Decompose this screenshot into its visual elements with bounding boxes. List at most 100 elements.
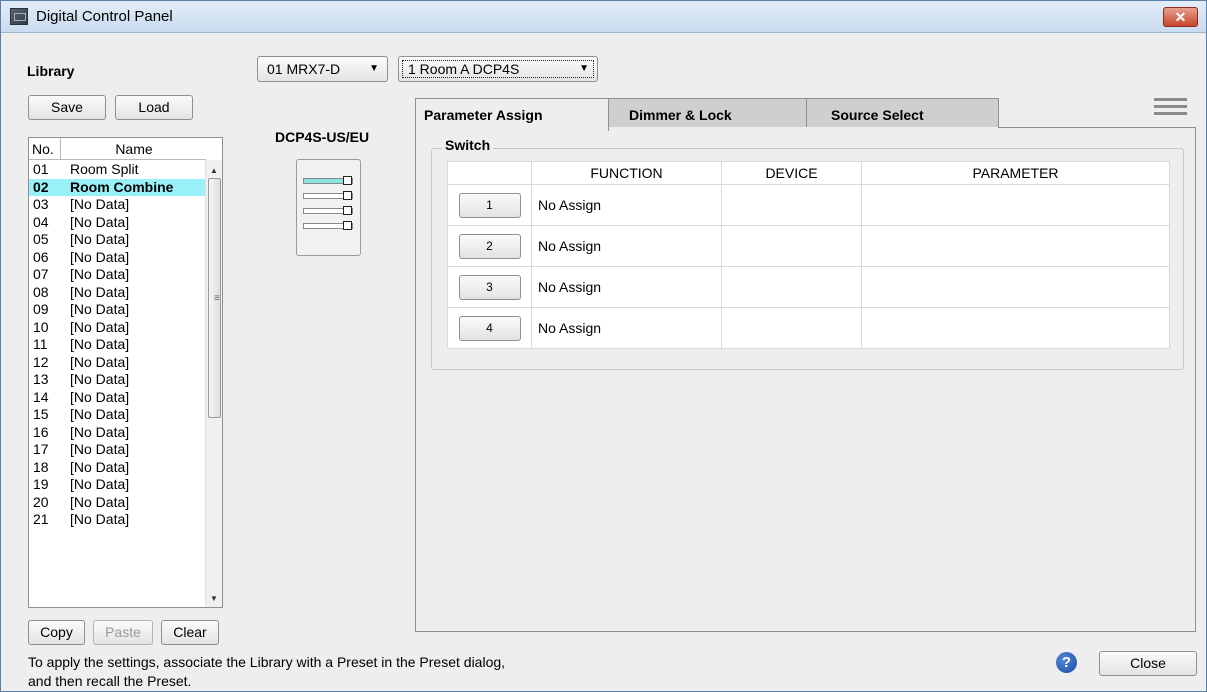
list-item[interactable]: 02 Room Combine [29,178,206,196]
column-header-function: FUNCTION [531,161,722,185]
scroll-down-arrow-icon[interactable]: ▼ [206,590,222,607]
device-cell[interactable] [721,307,862,349]
list-item-no: 05 [33,231,49,247]
library-label: Library [27,63,75,79]
control-panel-icon [10,8,28,25]
list-item[interactable]: 21 [No Data] [29,511,206,529]
focus-ring [402,60,594,78]
library-list[interactable]: No. Name 01 Room Split 02 Room Combine 03 [No… [28,137,223,608]
parameter-cell[interactable] [861,266,1170,308]
list-item-name: [No Data] [70,266,130,282]
list-item[interactable]: 04 [No Data] [29,214,206,232]
device-cell[interactable] [721,184,862,226]
column-header-device: DEVICE [721,161,862,185]
hint-text-line1: To apply the settings, associate the Lib… [28,654,506,670]
list-item[interactable]: 05 [No Data] [29,231,206,249]
list-item-no: 15 [33,406,49,422]
list-item[interactable]: 20 [No Data] [29,494,206,512]
list-item-name: [No Data] [70,458,130,475]
column-header-name[interactable]: Name [62,138,206,160]
column-header-parameter: PARAMETER [861,161,1170,185]
switch-cell: 3 [447,266,532,308]
device-indicator-2 [343,191,352,200]
list-item-no: 16 [33,423,49,440]
column-header-no[interactable]: No. [29,138,61,160]
parameter-cell[interactable] [861,184,1170,226]
list-item-no: 20 [33,493,49,510]
parameter-cell[interactable] [861,225,1170,267]
library-scrollbar[interactable]: ▲ ≡ ▼ [205,160,222,607]
function-cell[interactable]: No Assign [531,225,722,267]
hamburger-menu-icon[interactable] [1154,98,1187,116]
list-item[interactable]: 09 [No Data] [29,301,206,319]
list-item-name: [No Data] [70,301,130,317]
switch-assign-table: FUNCTION DEVICE PARAMETER 1 No Assign 2 No … [447,161,1170,349]
close-window-button[interactable]: ✕ [1163,7,1198,27]
function-cell[interactable]: No Assign [531,266,722,308]
list-item[interactable]: 03 [No Data] [29,196,206,214]
list-item[interactable]: 06 [No Data] [29,249,206,267]
copy-button[interactable]: Copy [28,620,85,645]
paste-button[interactable]: Paste [93,620,153,645]
table-row: 2 No Assign [447,225,1170,267]
list-item-no: 09 [33,301,49,317]
list-item-no: 01 [33,161,49,177]
tab-dimmer-lock[interactable]: Dimmer & Lock [608,98,807,129]
device-indicator-1 [343,176,352,185]
device-cell[interactable] [721,225,862,267]
list-item-no: 21 [33,511,49,527]
list-item[interactable]: 14 [No Data] [29,389,206,407]
list-item[interactable]: 13 [No Data] [29,371,206,389]
close-button[interactable]: Close [1099,651,1197,676]
save-button[interactable]: Save [28,95,106,120]
list-item-no: 03 [33,196,49,212]
list-item-name: [No Data] [70,423,130,440]
window-title: Digital Control Panel [36,8,173,25]
function-cell[interactable]: No Assign [531,184,722,226]
clear-button[interactable]: Clear [161,620,219,645]
list-item[interactable]: 12 [No Data] [29,354,206,372]
chevron-down-icon: ▼ [579,63,589,74]
switch-2-button[interactable]: 2 [458,233,521,259]
list-item-name: Room Combine [70,178,174,195]
load-button[interactable]: Load [115,95,193,120]
switch-3-button[interactable]: 3 [458,274,521,300]
list-item[interactable]: 10 [No Data] [29,319,206,337]
list-item[interactable]: 01 Room Split [29,161,206,179]
function-cell[interactable]: No Assign [531,307,722,349]
list-item-name: [No Data] [70,336,130,352]
dcp-select[interactable]: 1 Room A DCP4S ▼ [398,56,598,82]
switch-cell: 2 [447,225,532,267]
switch-4-button[interactable]: 4 [458,315,521,341]
switch-group-label: Switch [442,137,494,153]
switch-1-button[interactable]: 1 [458,192,521,218]
list-item[interactable]: 16 [No Data] [29,424,206,442]
device-select[interactable]: 01 MRX7-D ▼ [257,56,388,82]
parameter-cell[interactable] [861,307,1170,349]
list-item-no: 18 [33,458,49,475]
switch-cell: 4 [447,307,532,349]
list-item[interactable]: 11 [No Data] [29,336,206,354]
tab-source-select[interactable]: Source Select [806,98,999,129]
list-item[interactable]: 18 [No Data] [29,459,206,477]
table-row: 4 No Assign [447,307,1170,349]
list-item[interactable]: 15 [No Data] [29,406,206,424]
list-item[interactable]: 17 [No Data] [29,441,206,459]
scroll-up-arrow-icon[interactable]: ▲ [206,162,222,179]
list-item-name: [No Data] [70,511,130,527]
list-item[interactable]: 07 [No Data] [29,266,206,284]
tab-parameter-assign[interactable]: Parameter Assign [415,98,609,131]
device-select-value: 01 MRX7-D [267,61,341,77]
device-cell[interactable] [721,266,862,308]
list-item-name: [No Data] [70,231,130,247]
help-icon[interactable]: ? [1056,652,1077,673]
list-item-no: 06 [33,248,49,265]
list-item-no: 14 [33,388,49,405]
dialog-window: Digital Control Panel ✕ Library Save Loa… [0,0,1207,692]
scroll-thumb[interactable]: ≡ [208,178,221,418]
column-header-switch [447,161,532,185]
list-item[interactable]: 19 [No Data] [29,476,206,494]
dcp4s-device-image[interactable] [296,159,361,256]
switch-cell: 1 [447,184,532,226]
list-item[interactable]: 08 [No Data] [29,284,206,302]
